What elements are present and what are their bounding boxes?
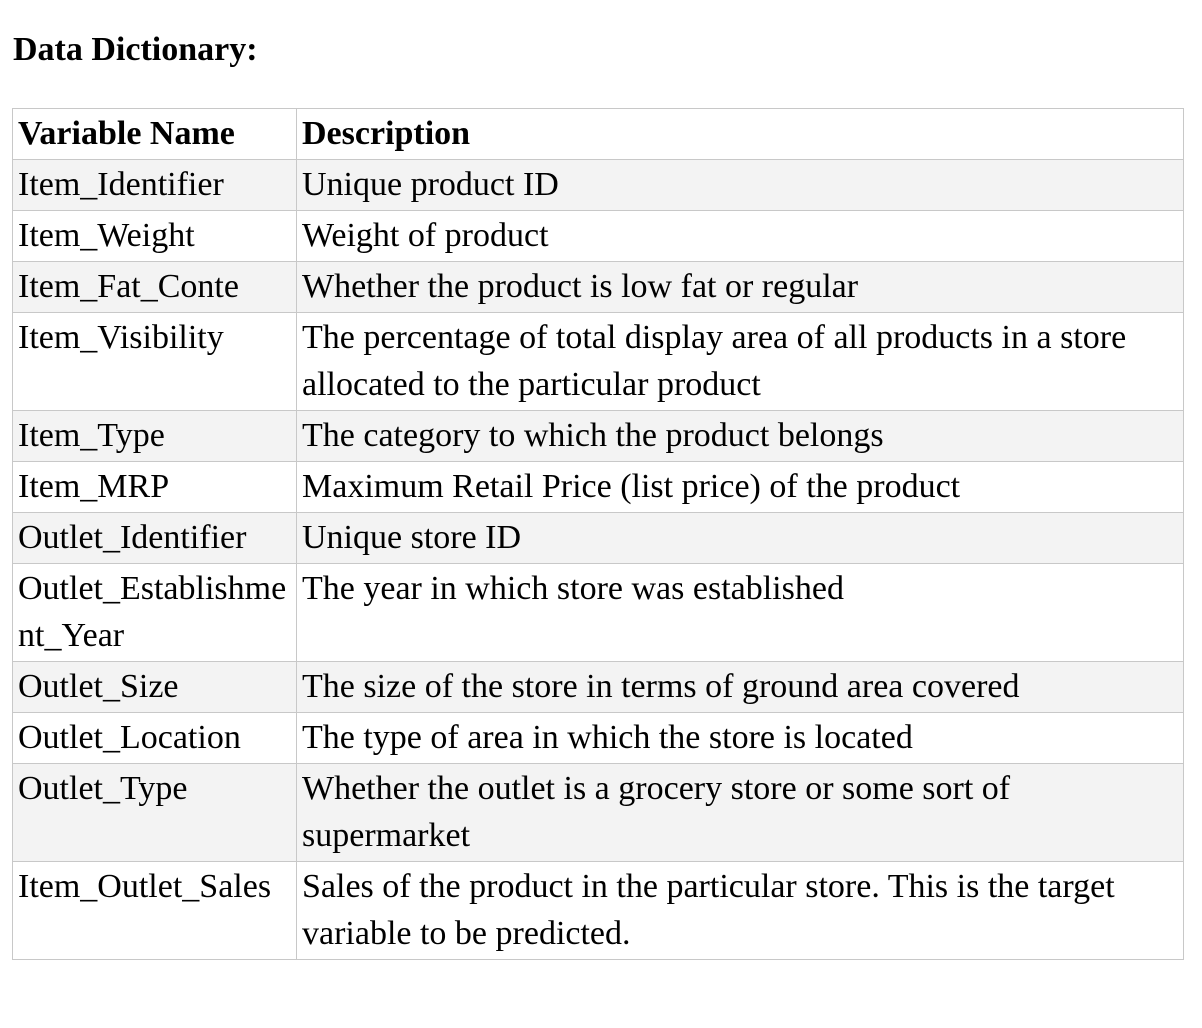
description-cell: The size of the store in terms of ground…: [296, 661, 1184, 713]
variable-name-cell: Outlet_Identifier: [12, 512, 297, 564]
table-row: Outlet_Identifier Unique store ID: [12, 512, 1184, 564]
description-cell: Maximum Retail Price (list price) of the…: [296, 461, 1184, 513]
table-row: Outlet_Type Whether the outlet is a groc…: [12, 763, 1184, 862]
variable-name-cell: Outlet_Size: [12, 661, 297, 713]
variable-name-cell: Item_Outlet_Sales: [12, 861, 297, 960]
variable-name-cell: Item_Fat_Conte: [12, 261, 297, 313]
table-row: Item_Visibility The percentage of total …: [12, 312, 1184, 411]
description-cell: The type of area in which the store is l…: [296, 712, 1184, 764]
table-row: Outlet_Size The size of the store in ter…: [12, 661, 1184, 713]
variable-name-cell: Item_MRP: [12, 461, 297, 513]
description-cell: Sales of the product in the particular s…: [296, 861, 1184, 960]
variable-name-cell: Item_Identifier: [12, 159, 297, 211]
description-cell: Whether the product is low fat or regula…: [296, 261, 1184, 313]
table-row: Item_Weight Weight of product: [12, 210, 1184, 262]
variable-name-cell: Item_Visibility: [12, 312, 297, 411]
table-row: Outlet_Establishment_Year The year in wh…: [12, 563, 1184, 662]
data-dictionary-table: Variable Name Description Item_Identifie…: [12, 108, 1184, 960]
description-cell: Weight of product: [296, 210, 1184, 262]
table-row: Item_Outlet_Sales Sales of the product i…: [12, 861, 1184, 960]
document-page: Data Dictionary: Variable Name Descripti…: [0, 0, 1202, 1028]
description-cell: Unique product ID: [296, 159, 1184, 211]
table-row: Item_Type The category to which the prod…: [12, 410, 1184, 462]
variable-name-cell: Outlet_Location: [12, 712, 297, 764]
description-cell: Whether the outlet is a grocery store or…: [296, 763, 1184, 862]
variable-name-cell: Outlet_Type: [12, 763, 297, 862]
table-row: Item_MRP Maximum Retail Price (list pric…: [12, 461, 1184, 513]
table-row: Item_Fat_Conte Whether the product is lo…: [12, 261, 1184, 313]
table-row: Item_Identifier Unique product ID: [12, 159, 1184, 211]
table-header-row: Variable Name Description: [12, 108, 1184, 160]
description-cell: The percentage of total display area of …: [296, 312, 1184, 411]
table-row: Outlet_Location The type of area in whic…: [12, 712, 1184, 764]
variable-name-cell: Item_Weight: [12, 210, 297, 262]
column-header-description: Description: [296, 108, 1184, 160]
page-title: Data Dictionary:: [13, 31, 258, 68]
variable-name-cell: Outlet_Establishment_Year: [12, 563, 297, 662]
description-cell: The year in which store was established: [296, 563, 1184, 662]
description-cell: The category to which the product belong…: [296, 410, 1184, 462]
variable-name-cell: Item_Type: [12, 410, 297, 462]
column-header-variable-name: Variable Name: [12, 108, 297, 160]
description-cell: Unique store ID: [296, 512, 1184, 564]
